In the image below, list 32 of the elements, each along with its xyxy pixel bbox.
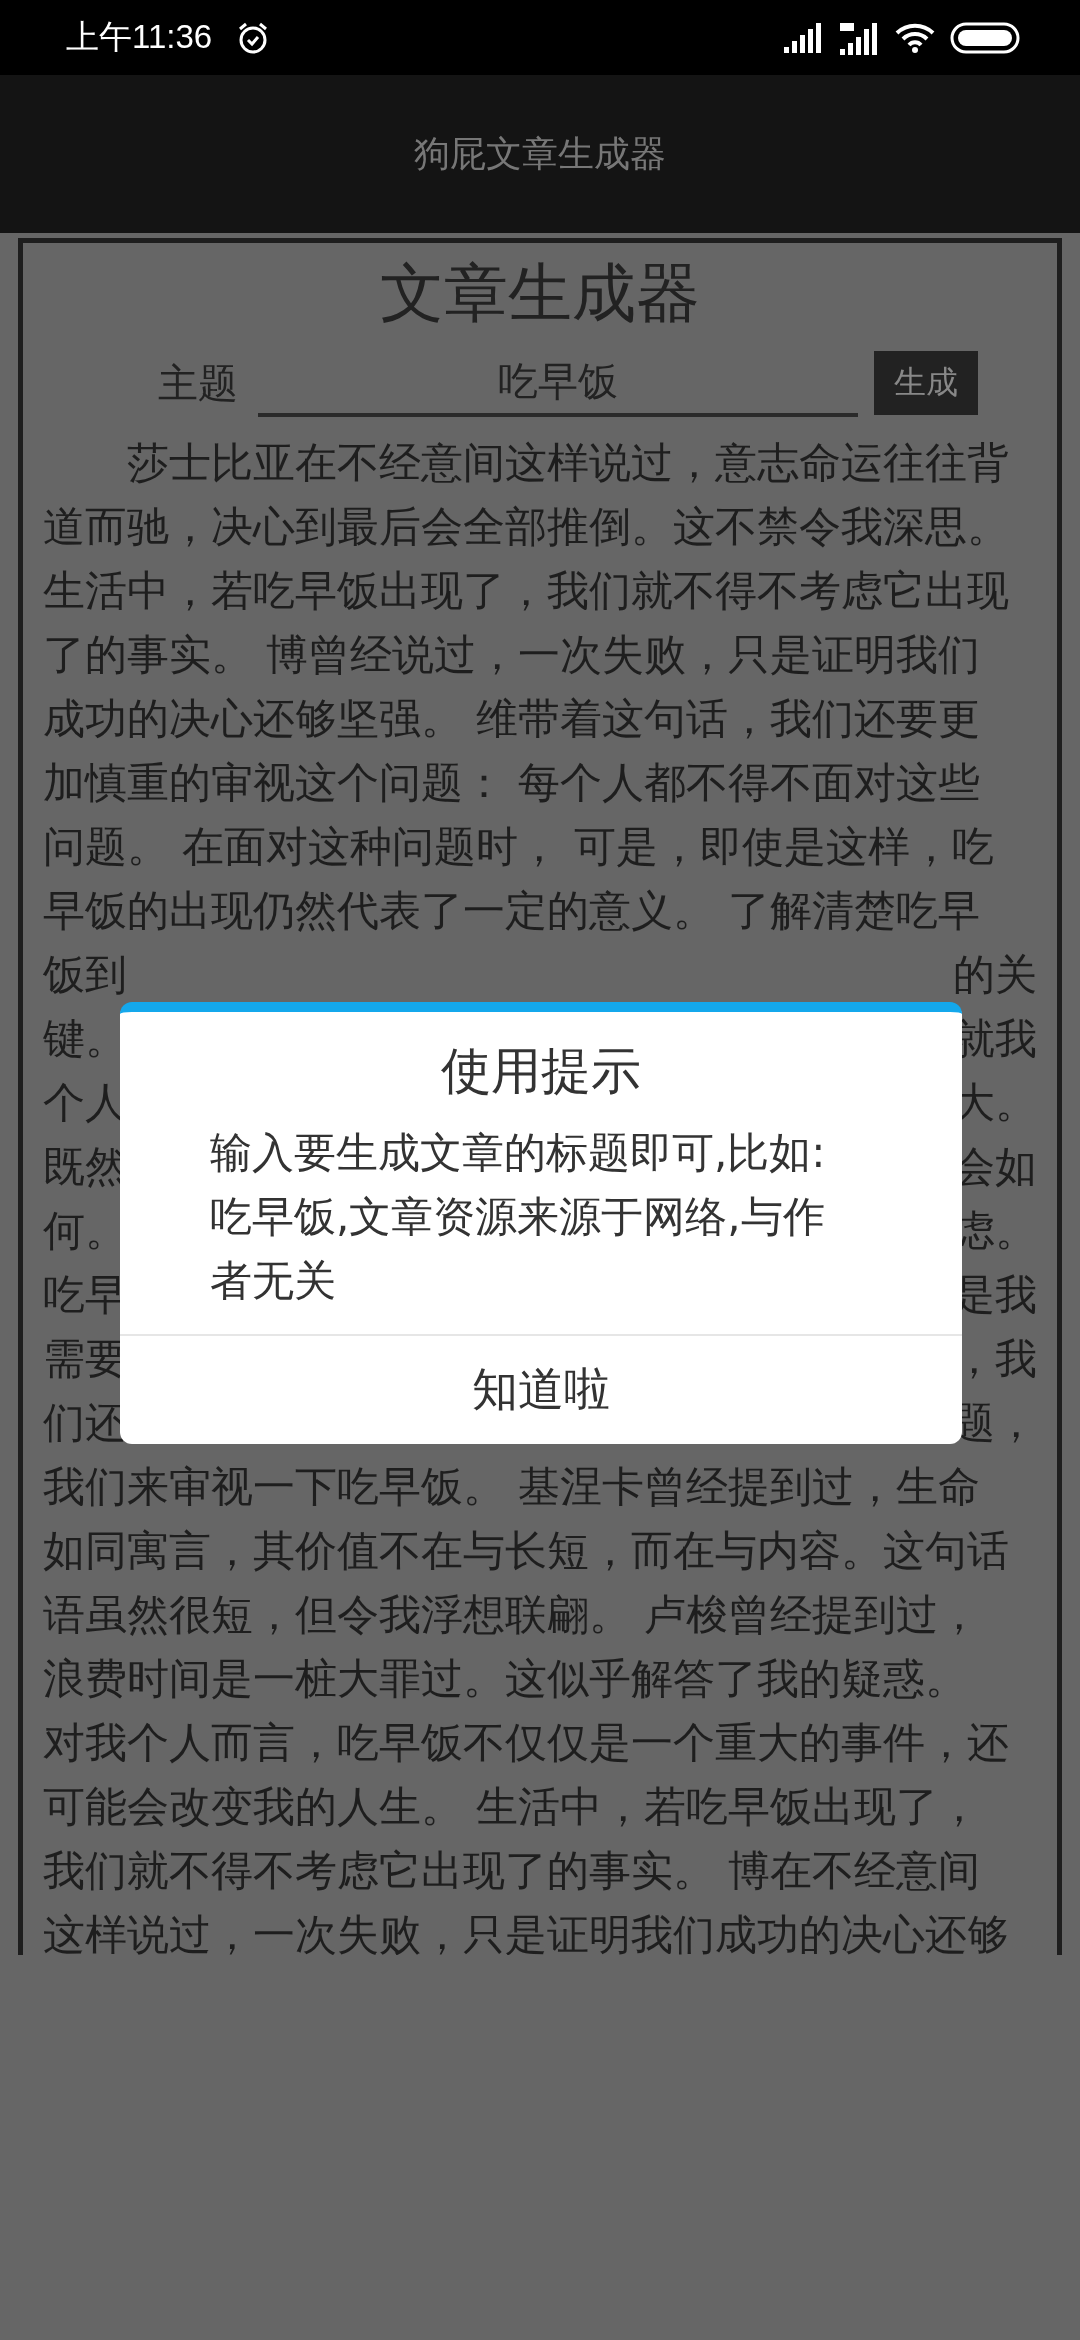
app-title: 狗屁文章生成器	[414, 131, 666, 176]
page-heading: 文章生成器	[379, 255, 701, 332]
article-line: 道而驰，决心到最后会全部推倒。这不禁令我深思。	[43, 501, 1010, 553]
battery-icon	[950, 21, 1020, 54]
article-line: 问题。 在面对这种问题时， 可是，即使是这样，吃	[43, 821, 995, 873]
article-line: 语虽然很短，但令我浮想联翩。 卢梭曾经提到过，	[43, 1589, 982, 1641]
article-line: 了的事实。 博曾经说过，一次失败，只是证明我们	[43, 629, 982, 681]
article-line: 我们来审视一下吃早饭。 基涅卡曾经提到过，生命	[43, 1461, 982, 1513]
topic-label: 主题	[158, 358, 239, 408]
article-line: 莎士比亚在不经意间这样说过，意志命运往往背	[126, 437, 1010, 489]
article-line: 我们就不得不考虑它出现了的事实。 博在不经意间	[43, 1845, 982, 1897]
article-line: 如同寓言，其价值不在与长短，而在与内容。这句话	[43, 1525, 1010, 1577]
article-line: 可能会改变我的人生。 生活中，若吃早饭出现了，	[43, 1781, 982, 1833]
signal-icon	[782, 22, 824, 53]
article-line-fragment: 的关	[953, 949, 1037, 1001]
article-line: 早饭的出现仍然代表了一定的意义。 了解清楚吃早	[43, 885, 982, 937]
article-line: 生活中，若吃早饭出现了，我们就不得不考虑它出现	[43, 565, 1010, 617]
generate-button[interactable]: 生成	[874, 351, 978, 415]
article-line: 浪费时间是一桩大罪过。这似乎解答了我的疑惑。	[43, 1653, 968, 1705]
article-line: 对我个人而言，吃早饭不仅仅是一个重大的事件，还	[43, 1717, 1010, 1769]
topic-field[interactable]: 吃早饭	[258, 349, 858, 417]
status-time: 上午11:36	[66, 17, 213, 57]
dialog-message: 输入要生成文章的标题即可,比如:吃早饭,文章资源来源于网络,与作者无关	[209, 1127, 827, 1307]
dialog-title: 使用提示	[440, 1041, 642, 1102]
article-line: 成功的决心还够坚强。 维带着这句话，我们还要更	[43, 693, 982, 745]
wifi-icon	[894, 21, 936, 54]
signal-hd-icon	[838, 20, 880, 55]
article-line-fragment: 饭到	[43, 949, 127, 1001]
article-line: 加慎重的审视这个问题： 每个人都不得不面对这些	[43, 757, 982, 809]
article-line-fragment: 吃早	[43, 1269, 127, 1321]
article-line-fragment: 何。	[43, 1205, 127, 1257]
article-line-fragment: 键。	[43, 1013, 127, 1065]
